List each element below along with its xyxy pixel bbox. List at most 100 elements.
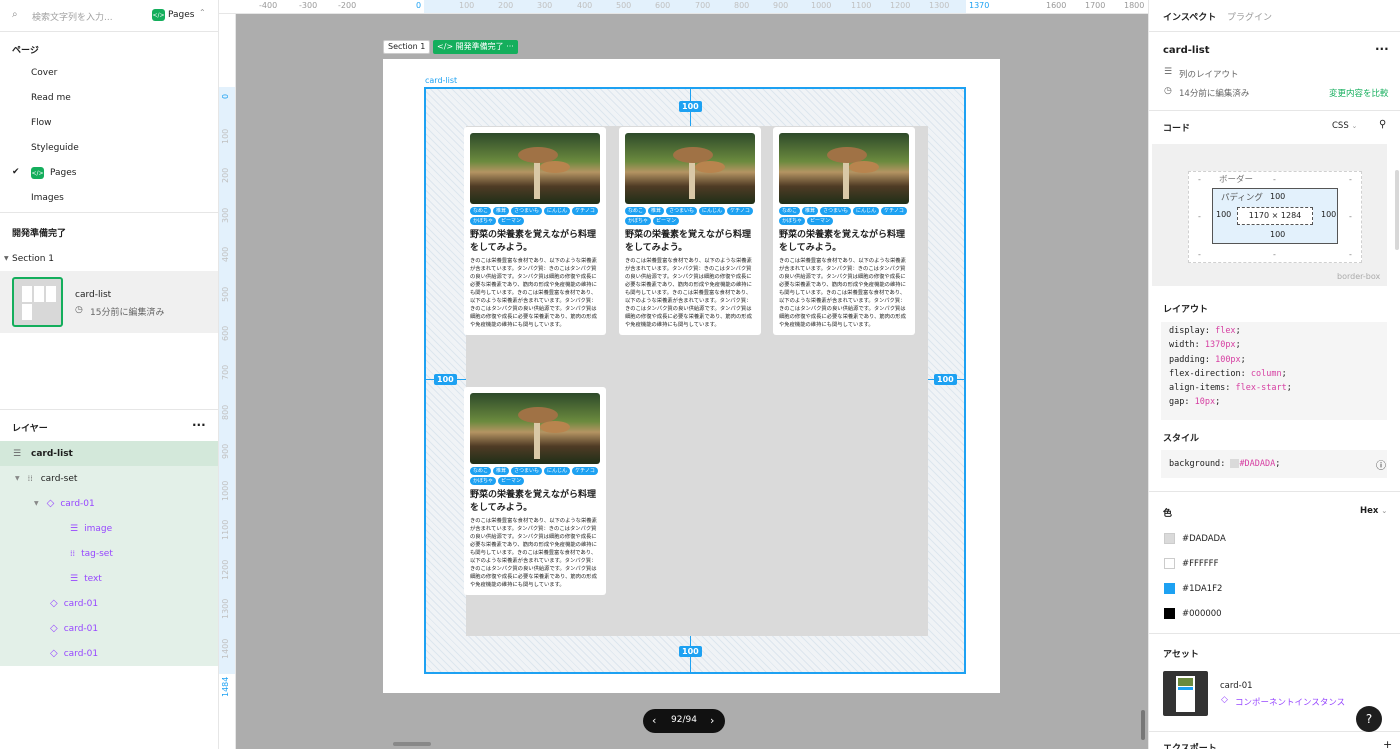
tag[interactable]: なめこ: [470, 207, 492, 215]
page-item-images[interactable]: Images: [31, 193, 64, 203]
more-options-icon[interactable]: ···: [192, 418, 206, 432]
tag[interactable]: にんじん: [544, 467, 571, 475]
settings-sliders-icon[interactable]: ⚲: [1379, 119, 1386, 130]
color-value[interactable]: #000000: [1182, 609, 1222, 619]
padding-top-badge: 100: [679, 101, 702, 112]
tag[interactable]: 椎茸: [493, 207, 510, 215]
section-label[interactable]: Section 1: [12, 254, 54, 264]
layer-row-card-01[interactable]: ◇ card-01: [0, 641, 218, 666]
tag[interactable]: なめこ: [625, 207, 647, 215]
section-tag[interactable]: Section 1: [383, 40, 431, 54]
ready-frame-item[interactable]: card-list ◷ 15分前に編集済み: [0, 271, 218, 333]
padding-right-value: 100: [1321, 210, 1337, 219]
layer-row-text[interactable]: ☰ text: [0, 566, 218, 591]
tag[interactable]: 椎茸: [802, 207, 819, 215]
tag[interactable]: かぼちゃ: [470, 217, 497, 225]
color-value[interactable]: #1DA1F2: [1182, 584, 1222, 594]
page-item-cover[interactable]: Cover: [31, 68, 57, 78]
tab-inspect[interactable]: インスペクト: [1163, 10, 1216, 23]
card-list-frame[interactable]: 100 100 100 100 なめこ 椎茸 さつまいも にんじん ケチノコ か…: [424, 87, 966, 674]
current-page-label[interactable]: Pages: [168, 10, 194, 20]
tag[interactable]: にんじん: [544, 207, 571, 215]
layer-row-image[interactable]: ☰ image: [0, 516, 218, 541]
tag[interactable]: さつまいも: [511, 207, 543, 215]
page-item-readme[interactable]: Read me: [31, 93, 71, 103]
chevron-down-icon[interactable]: ▼: [34, 500, 39, 507]
tag[interactable]: かぼちゃ: [625, 217, 652, 225]
asset-thumbnail[interactable]: [1163, 671, 1208, 716]
more-options-icon[interactable]: ···: [504, 42, 514, 51]
tag[interactable]: かぼちゃ: [779, 217, 806, 225]
compare-link[interactable]: 変更内容を比較: [1329, 87, 1389, 99]
box-dash: -: [1273, 175, 1276, 184]
layout-code-block[interactable]: display: flex; width: 1370px; padding: 1…: [1161, 322, 1387, 420]
tag[interactable]: さつまいも: [511, 467, 543, 475]
page-item-styleguide[interactable]: Styleguide: [31, 143, 79, 153]
chevron-right-icon[interactable]: ›: [710, 714, 714, 727]
tag[interactable]: ケチノコ: [572, 467, 598, 475]
card[interactable]: なめこ 椎茸 さつまいも にんじん ケチノコ かぼちゃ ピーマン 野菜の栄養素を…: [464, 127, 606, 335]
layer-label: card-01: [63, 598, 99, 609]
tag[interactable]: かぼちゃ: [470, 477, 497, 485]
ruler-tick: 500: [221, 286, 230, 302]
page-item-flow[interactable]: Flow: [31, 118, 52, 128]
layer-row-card-01[interactable]: ▼ ◇ card-01: [0, 491, 218, 516]
page-item-pages[interactable]: Pages: [50, 168, 76, 178]
chevron-up-icon[interactable]: ⌃: [199, 8, 206, 17]
card[interactable]: なめこ 椎茸 さつまいも にんじん ケチノコ かぼちゃ ピーマン 野菜の栄養素を…: [619, 127, 761, 335]
tab-plugin[interactable]: プラグイン: [1227, 10, 1272, 23]
search-input[interactable]: 検索文字列を入力...: [32, 10, 113, 23]
tag[interactable]: ケチノコ: [572, 207, 598, 215]
more-options-icon[interactable]: ···: [1375, 42, 1389, 56]
tag[interactable]: ピーマン: [807, 217, 834, 225]
tag[interactable]: ピーマン: [498, 217, 525, 225]
plus-icon[interactable]: +: [1383, 738, 1392, 749]
help-button[interactable]: ?: [1356, 706, 1382, 732]
tag[interactable]: 椎茸: [648, 207, 665, 215]
tag[interactable]: なめこ: [470, 467, 492, 475]
code-lang-select[interactable]: CSS ⌄: [1332, 121, 1357, 131]
chevron-down-icon[interactable]: ▼: [15, 475, 20, 482]
tag[interactable]: ケチノコ: [727, 207, 753, 215]
tag[interactable]: ピーマン: [653, 217, 680, 225]
tag[interactable]: ピーマン: [498, 477, 525, 485]
horizontal-scrollbar[interactable]: [393, 742, 431, 746]
chevron-left-icon[interactable]: ‹: [652, 714, 656, 727]
ruler-tick: -400: [259, 1, 278, 10]
tag[interactable]: 椎茸: [493, 467, 510, 475]
card[interactable]: なめこ 椎茸 さつまいも にんじん ケチノコ かぼちゃ ピーマン 野菜の栄養素を…: [773, 127, 915, 335]
layer-row-card-01[interactable]: ◇ card-01: [0, 591, 218, 616]
ruler-tick: -200: [338, 1, 357, 10]
color-format-select[interactable]: Hex ⌄: [1360, 506, 1387, 516]
tag[interactable]: さつまいも: [666, 207, 698, 215]
layer-row-tag-set[interactable]: ⁞⁞ tag-set: [0, 541, 218, 566]
code-prop: align-items: [1169, 383, 1226, 394]
code-value: 10px: [1194, 397, 1216, 408]
card-text: きのこは栄養豊富な食材であり、以下のような栄養素が含まれています。タンパク質：き…: [470, 258, 597, 328]
left-panel: ⌕ 検索文字列を入力... </> Pages ⌃ ページ Cover Read…: [0, 0, 219, 749]
color-value[interactable]: #FFFFFF: [1182, 559, 1218, 569]
text-lines-icon: ☰: [70, 573, 79, 584]
layer-row-card-01[interactable]: ◇ card-01: [0, 616, 218, 641]
card[interactable]: なめこ 椎茸 さつまいも にんじん ケチノコ かぼちゃ ピーマン 野菜の栄養素を…: [464, 387, 606, 595]
color-format-value: Hex: [1360, 506, 1379, 516]
tag[interactable]: なめこ: [779, 207, 801, 215]
layer-row-card-set[interactable]: ▼ ⁞⁞ card-set: [0, 466, 218, 491]
assets-heading: アセット: [1163, 650, 1199, 660]
ruler-tick: 200: [498, 1, 514, 10]
color-value[interactable]: #DADADA: [1182, 534, 1226, 544]
ruler-tick: 200: [221, 167, 230, 183]
layer-row-card-list[interactable]: ☰ card-list: [0, 441, 218, 466]
tag[interactable]: にんじん: [699, 207, 726, 215]
chevron-down-icon[interactable]: ▼: [4, 255, 9, 262]
panel-scrollbar[interactable]: [1395, 170, 1399, 250]
design-canvas[interactable]: -400 -300 -200 0 100 200 300 400 500 600…: [219, 0, 1148, 749]
style-code-block[interactable]: background: #DADADA;: [1161, 450, 1387, 478]
vertical-scrollbar[interactable]: [1141, 710, 1145, 740]
tag[interactable]: ケチノコ: [881, 207, 907, 215]
tag[interactable]: さつまいも: [820, 207, 852, 215]
ready-badge[interactable]: </> 開発準備完了 ···: [433, 40, 518, 54]
info-icon[interactable]: ⓘ: [1376, 457, 1386, 472]
card-title: 野菜の栄養素を覚えながら料理をしてみよう。: [470, 230, 597, 253]
tag[interactable]: にんじん: [853, 207, 880, 215]
